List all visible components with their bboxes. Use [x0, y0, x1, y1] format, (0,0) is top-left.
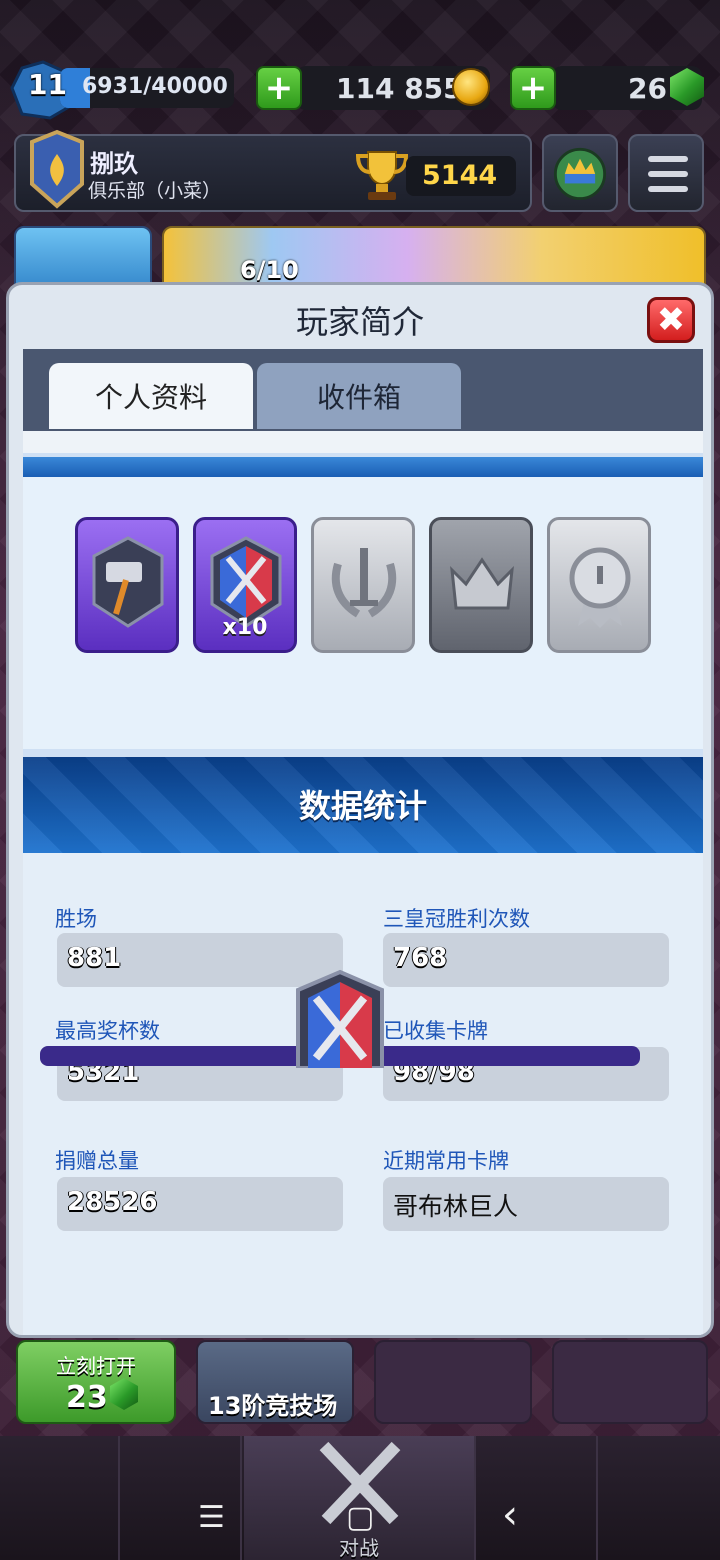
nav-shop[interactable]: [0, 1436, 120, 1560]
gold-amount: 114 855: [336, 72, 463, 105]
tab-bar: 个人资料 收件箱: [23, 349, 703, 431]
stat-value: 28526: [67, 1187, 158, 1217]
stat-value-box: 哥布林巨人: [383, 1177, 669, 1231]
chest-slot-1[interactable]: 立刻打开 23: [16, 1340, 176, 1424]
add-gold-button[interactable]: +: [256, 66, 302, 110]
profile-panel: x10 数据统计 胜场 881 三皇冠胜利次数 768 最高奖杯数 5321 已…: [23, 431, 703, 1335]
xp-bar: 6931/40000: [60, 68, 234, 108]
clan-name: 俱乐部（小菜）: [88, 180, 222, 202]
hammer-badge[interactable]: [75, 517, 179, 653]
stat-value: 881: [67, 943, 122, 973]
chest-slot-4[interactable]: [552, 1340, 708, 1424]
stats-header: 数据统计: [23, 749, 703, 853]
menu-line: [648, 156, 688, 162]
trophy-count-box: 5144: [406, 156, 516, 196]
xp-text: 6931/40000: [82, 74, 228, 99]
modal-title: 玩家简介: [295, 303, 424, 341]
badges-section: x10: [23, 477, 703, 749]
stats-section: 胜场 881 三皇冠胜利次数 768 最高奖杯数 5321 已收集卡牌 98/9…: [23, 853, 703, 1335]
menu-line: [648, 186, 688, 192]
banner-progress: 6/10: [240, 256, 299, 284]
gem-amount: 26: [628, 72, 667, 105]
bottom-nav: 对战: [0, 1436, 720, 1560]
sword-laurel-icon: [331, 548, 397, 618]
open-cost: 23: [66, 1380, 108, 1415]
nav-clan[interactable]: [478, 1436, 598, 1560]
chest-slot-2[interactable]: 13阶竞技场: [196, 1340, 354, 1424]
stat-label: 捐赠总量: [55, 1149, 139, 1173]
stat-label: 三皇冠胜利次数: [383, 907, 530, 931]
social-button[interactable]: [542, 134, 618, 212]
system-home-button[interactable]: ▢: [346, 1500, 374, 1535]
close-button[interactable]: ✖: [647, 297, 695, 343]
crossed-swords-shield-icon: [296, 969, 384, 1068]
badge-count: x10: [222, 615, 268, 640]
nav-events[interactable]: [600, 1436, 720, 1560]
sword-laurel-badge[interactable]: [311, 517, 415, 653]
trophy-count: 5144: [422, 160, 498, 191]
stat-label: 已收集卡牌: [383, 1019, 488, 1043]
clan-badge-icon: [30, 129, 84, 209]
hammer-icon: [92, 536, 164, 628]
system-back-button[interactable]: ‹: [502, 1492, 518, 1538]
stat-label: 胜场: [55, 907, 97, 931]
stat-label: 最高奖杯数: [55, 1019, 160, 1043]
battle-label: 对战: [339, 1536, 379, 1560]
menu-line: [648, 171, 688, 177]
crown-badge[interactable]: [429, 517, 533, 653]
stat-value: 768: [393, 943, 448, 973]
tab-profile[interactable]: 个人资料: [49, 363, 253, 429]
trophy-icon: [355, 151, 409, 200]
open-now-label: 立刻打开: [56, 1354, 136, 1378]
globe-crown-icon: [553, 147, 607, 200]
level-number: 11: [28, 68, 67, 101]
player-info-bar[interactable]: 捌玖 俱乐部（小菜） 5144: [14, 129, 532, 212]
gem-icon: [110, 1378, 138, 1410]
divider: [23, 453, 703, 477]
divider: [23, 431, 703, 453]
system-menu-button[interactable]: ☰: [198, 1500, 225, 1535]
profile-modal: 玩家简介 ✖ 个人资料 收件箱 x10 数据统计 胜场 881 三皇冠胜利次数 …: [6, 282, 714, 1338]
stats-title: 数据统计: [298, 787, 427, 825]
stat-value-box: 768: [383, 933, 669, 987]
stat-value-box: 28526: [57, 1177, 343, 1231]
medal-icon: [569, 547, 631, 628]
menu-button[interactable]: [628, 134, 704, 212]
player-name: 捌玖: [90, 150, 138, 178]
nav-battle[interactable]: 对战: [244, 1436, 476, 1560]
medal-badge[interactable]: [547, 517, 651, 653]
chest-arena-label: 13阶竞技场: [208, 1392, 338, 1420]
nav-cards[interactable]: [122, 1436, 242, 1560]
crossed-swords-badge[interactable]: x10: [193, 517, 297, 653]
stat-label: 近期常用卡牌: [383, 1149, 509, 1173]
tab-inbox[interactable]: 收件箱: [257, 363, 461, 429]
crown-icon: [450, 557, 514, 610]
chest-slot-3[interactable]: [374, 1340, 532, 1424]
gold-coin-icon: [452, 68, 490, 106]
add-gems-button[interactable]: +: [510, 66, 556, 110]
stat-value: 哥布林巨人: [393, 1192, 519, 1221]
